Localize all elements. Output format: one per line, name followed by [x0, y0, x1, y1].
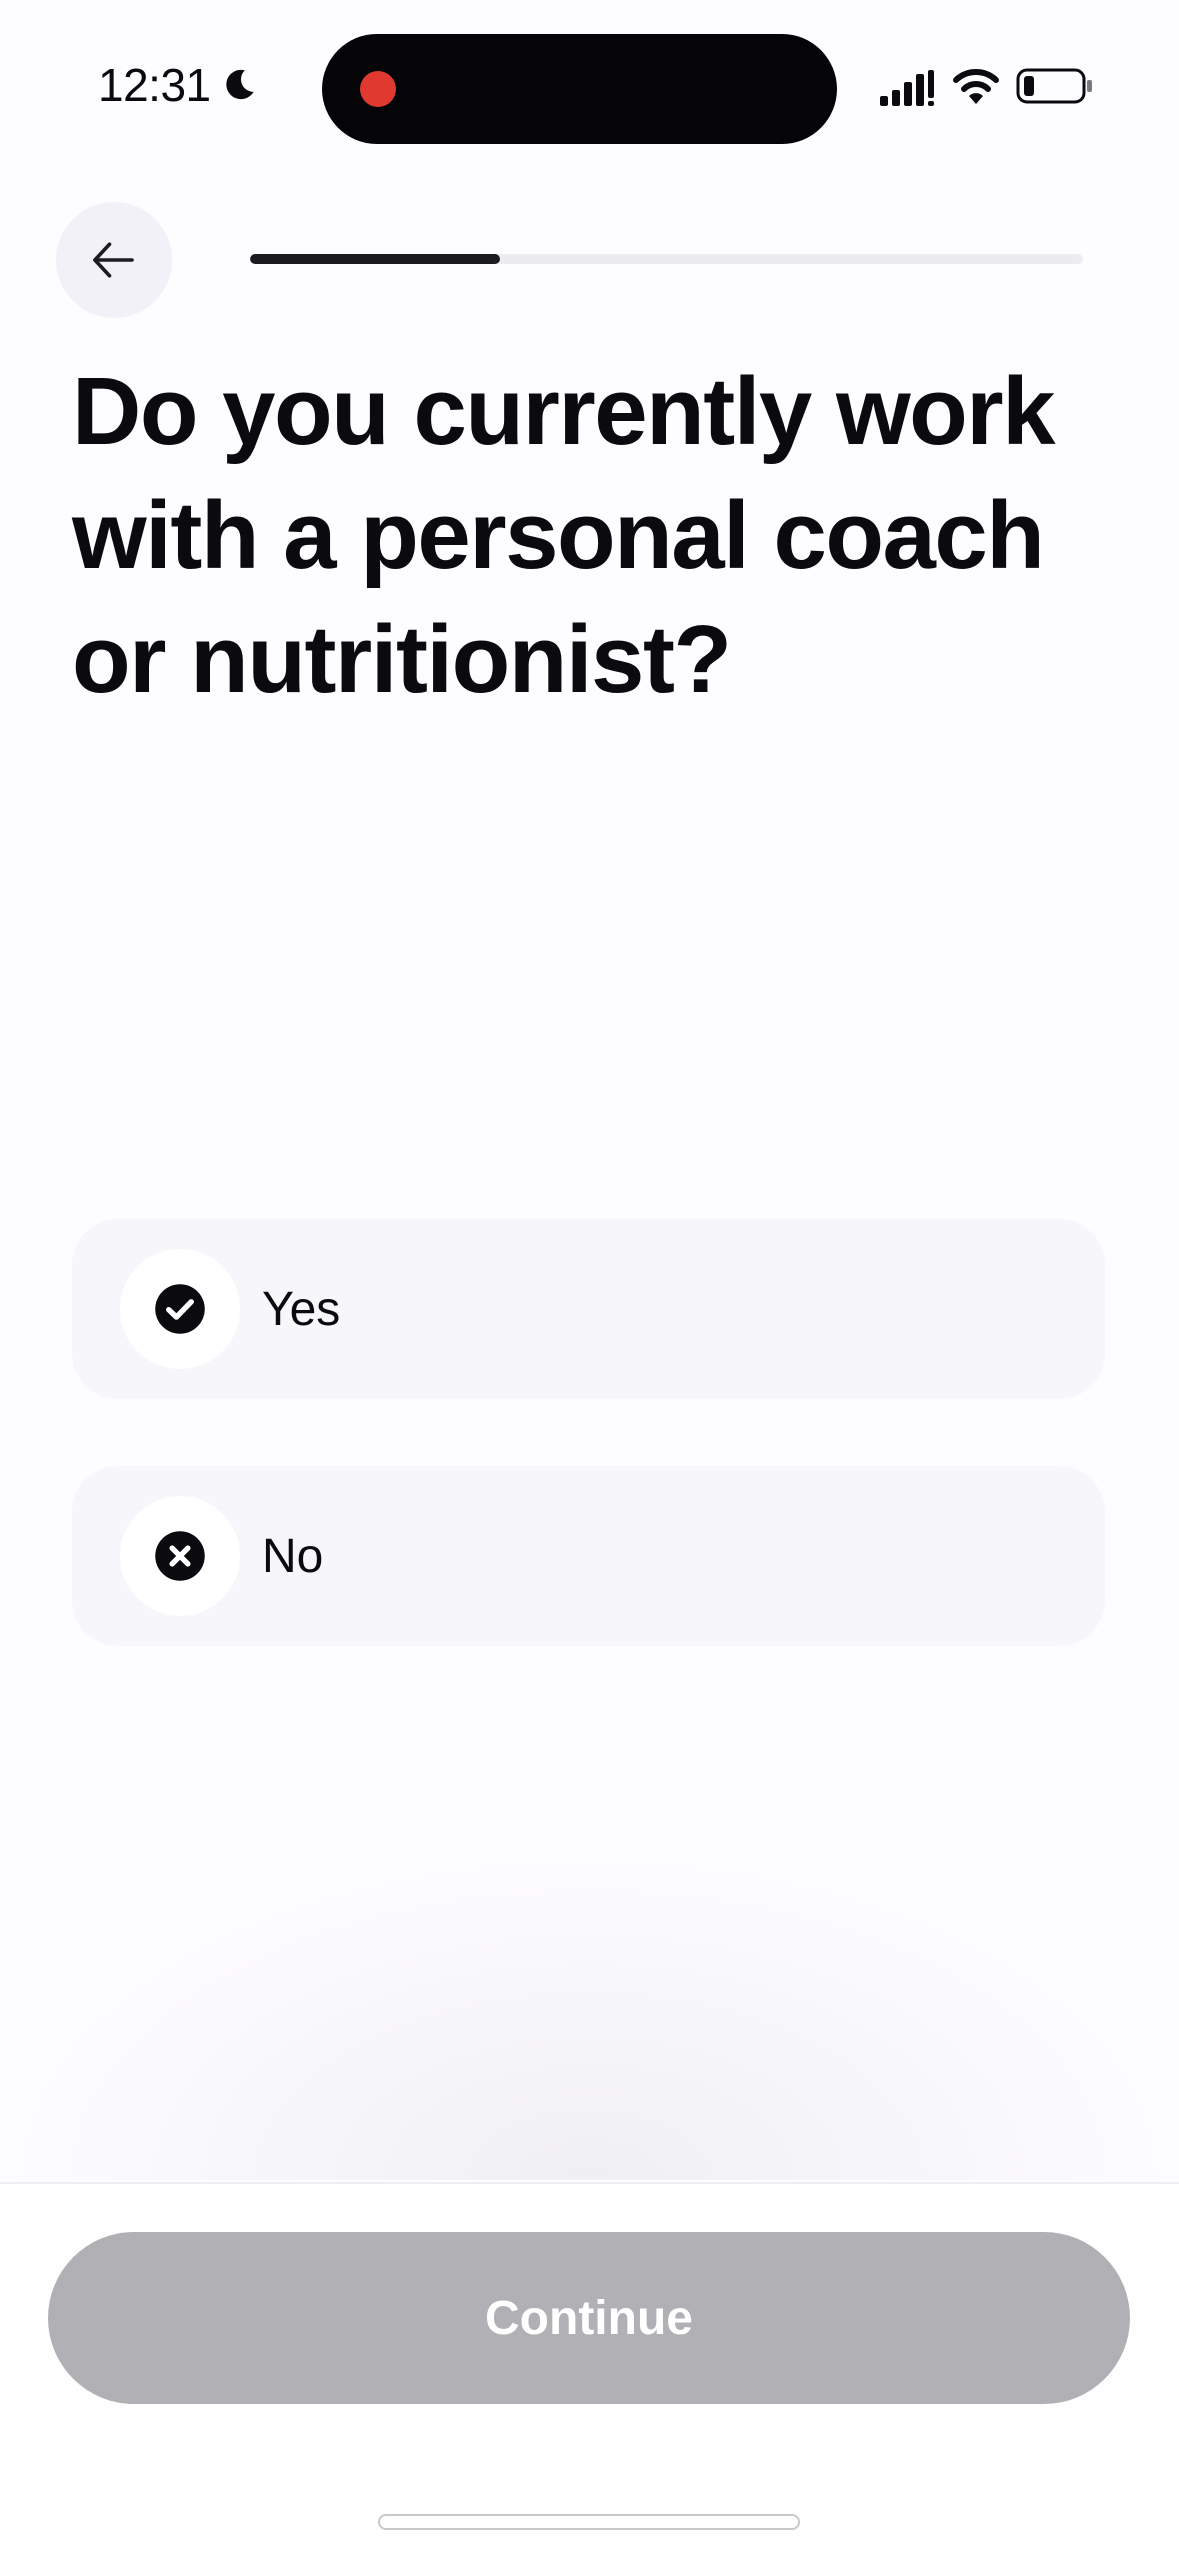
x-circle-icon	[155, 1531, 205, 1581]
recording-indicator	[360, 71, 396, 107]
option-no-label: No	[262, 1529, 324, 1583]
option-yes-label: Yes	[262, 1282, 341, 1336]
dynamic-island	[322, 34, 837, 144]
home-indicator	[378, 2514, 800, 2530]
back-button[interactable]	[56, 202, 172, 318]
wifi-icon	[953, 69, 999, 104]
battery-icon	[1016, 68, 1092, 104]
page-title: Do you currently work with a personal co…	[72, 358, 1056, 713]
arrow-left-icon	[93, 242, 134, 278]
status-bar-time: 12:31	[98, 58, 259, 112]
option-no-icon-wrap	[120, 1496, 240, 1616]
option-yes-icon-wrap	[120, 1249, 240, 1369]
signal-icon	[880, 70, 934, 106]
option-no[interactable]: No	[72, 1466, 1105, 1646]
status-time-text: 12:31	[98, 59, 211, 111]
continue-button[interactable]: Continue	[48, 2232, 1130, 2404]
bottom-gradient	[0, 1850, 1179, 2180]
progress-bar	[250, 254, 1083, 264]
moon-icon	[225, 69, 254, 100]
check-circle-icon	[155, 1284, 205, 1334]
option-yes[interactable]: Yes	[72, 1219, 1105, 1399]
progress-fill	[250, 254, 500, 264]
